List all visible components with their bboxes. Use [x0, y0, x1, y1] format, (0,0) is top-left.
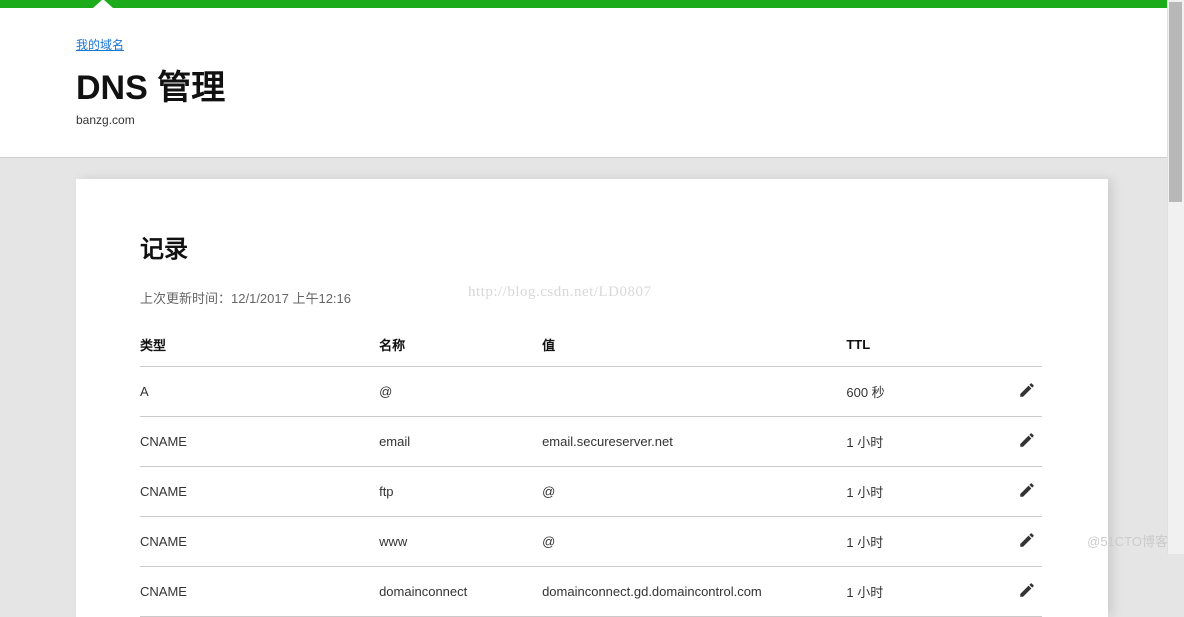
- top-green-bar: [0, 0, 1184, 8]
- cell-name: domainconnect: [379, 567, 542, 617]
- scrollbar-track[interactable]: [1167, 0, 1184, 554]
- table-row: CNAME www @ 1 小时: [140, 517, 1042, 567]
- cell-value: @: [542, 517, 846, 567]
- col-header-edit: [999, 325, 1043, 367]
- page-title: DNS 管理: [76, 60, 1108, 109]
- last-updated-value: 12/1/2017 上午12:16: [231, 291, 351, 306]
- cell-ttl: 1 小时: [846, 567, 998, 617]
- table-row: CNAME email email.secureserver.net 1 小时: [140, 417, 1042, 467]
- last-updated-label: 上次更新时间：: [140, 291, 231, 306]
- col-header-ttl: TTL: [846, 325, 998, 367]
- table-header-row: 类型 名称 值 TTL: [140, 325, 1042, 367]
- cell-value: domainconnect.gd.domaincontrol.com: [542, 567, 846, 617]
- col-header-value: 值: [542, 325, 846, 367]
- records-card: 记录 上次更新时间：12/1/2017 上午12:16 类型 名称 值 TTL …: [76, 179, 1108, 617]
- tab-notch: [93, 0, 113, 8]
- cell-ttl: 1 小时: [846, 467, 998, 517]
- records-tbody: A @ 600 秒 CNAME email email.secureserver…: [140, 367, 1042, 617]
- records-heading: 记录: [140, 229, 1042, 264]
- pencil-icon[interactable]: [1018, 531, 1036, 549]
- cell-name: www: [379, 517, 542, 567]
- cell-type: CNAME: [140, 567, 379, 617]
- records-table: 类型 名称 值 TTL A @ 600 秒 CNAME email email.…: [140, 325, 1042, 617]
- cell-type: CNAME: [140, 467, 379, 517]
- section-divider: [0, 157, 1184, 179]
- col-header-name: 名称: [379, 325, 542, 367]
- cell-ttl: 1 小时: [846, 517, 998, 567]
- domain-subtitle: banzg.com: [76, 113, 1108, 127]
- header-section: 我的域名 DNS 管理 banzg.com: [0, 8, 1184, 157]
- table-row: CNAME ftp @ 1 小时: [140, 467, 1042, 517]
- table-row: A @ 600 秒: [140, 367, 1042, 417]
- cell-name: email: [379, 417, 542, 467]
- cell-value: email.secureserver.net: [542, 417, 846, 467]
- cell-value: @: [542, 467, 846, 517]
- pencil-icon[interactable]: [1018, 481, 1036, 499]
- scrollbar-thumb[interactable]: [1169, 2, 1182, 202]
- pencil-icon[interactable]: [1018, 381, 1036, 399]
- cell-type: A: [140, 367, 379, 417]
- cell-name: @: [379, 367, 542, 417]
- table-row: CNAME domainconnect domainconnect.gd.dom…: [140, 567, 1042, 617]
- cell-type: CNAME: [140, 517, 379, 567]
- last-updated: 上次更新时间：12/1/2017 上午12:16: [140, 288, 1042, 307]
- cell-ttl: 600 秒: [846, 367, 998, 417]
- cell-type: CNAME: [140, 417, 379, 467]
- cell-value: [542, 367, 846, 417]
- breadcrumb-link[interactable]: 我的域名: [76, 38, 124, 52]
- cell-ttl: 1 小时: [846, 417, 998, 467]
- cell-name: ftp: [379, 467, 542, 517]
- col-header-type: 类型: [140, 325, 379, 367]
- pencil-icon[interactable]: [1018, 581, 1036, 599]
- pencil-icon[interactable]: [1018, 431, 1036, 449]
